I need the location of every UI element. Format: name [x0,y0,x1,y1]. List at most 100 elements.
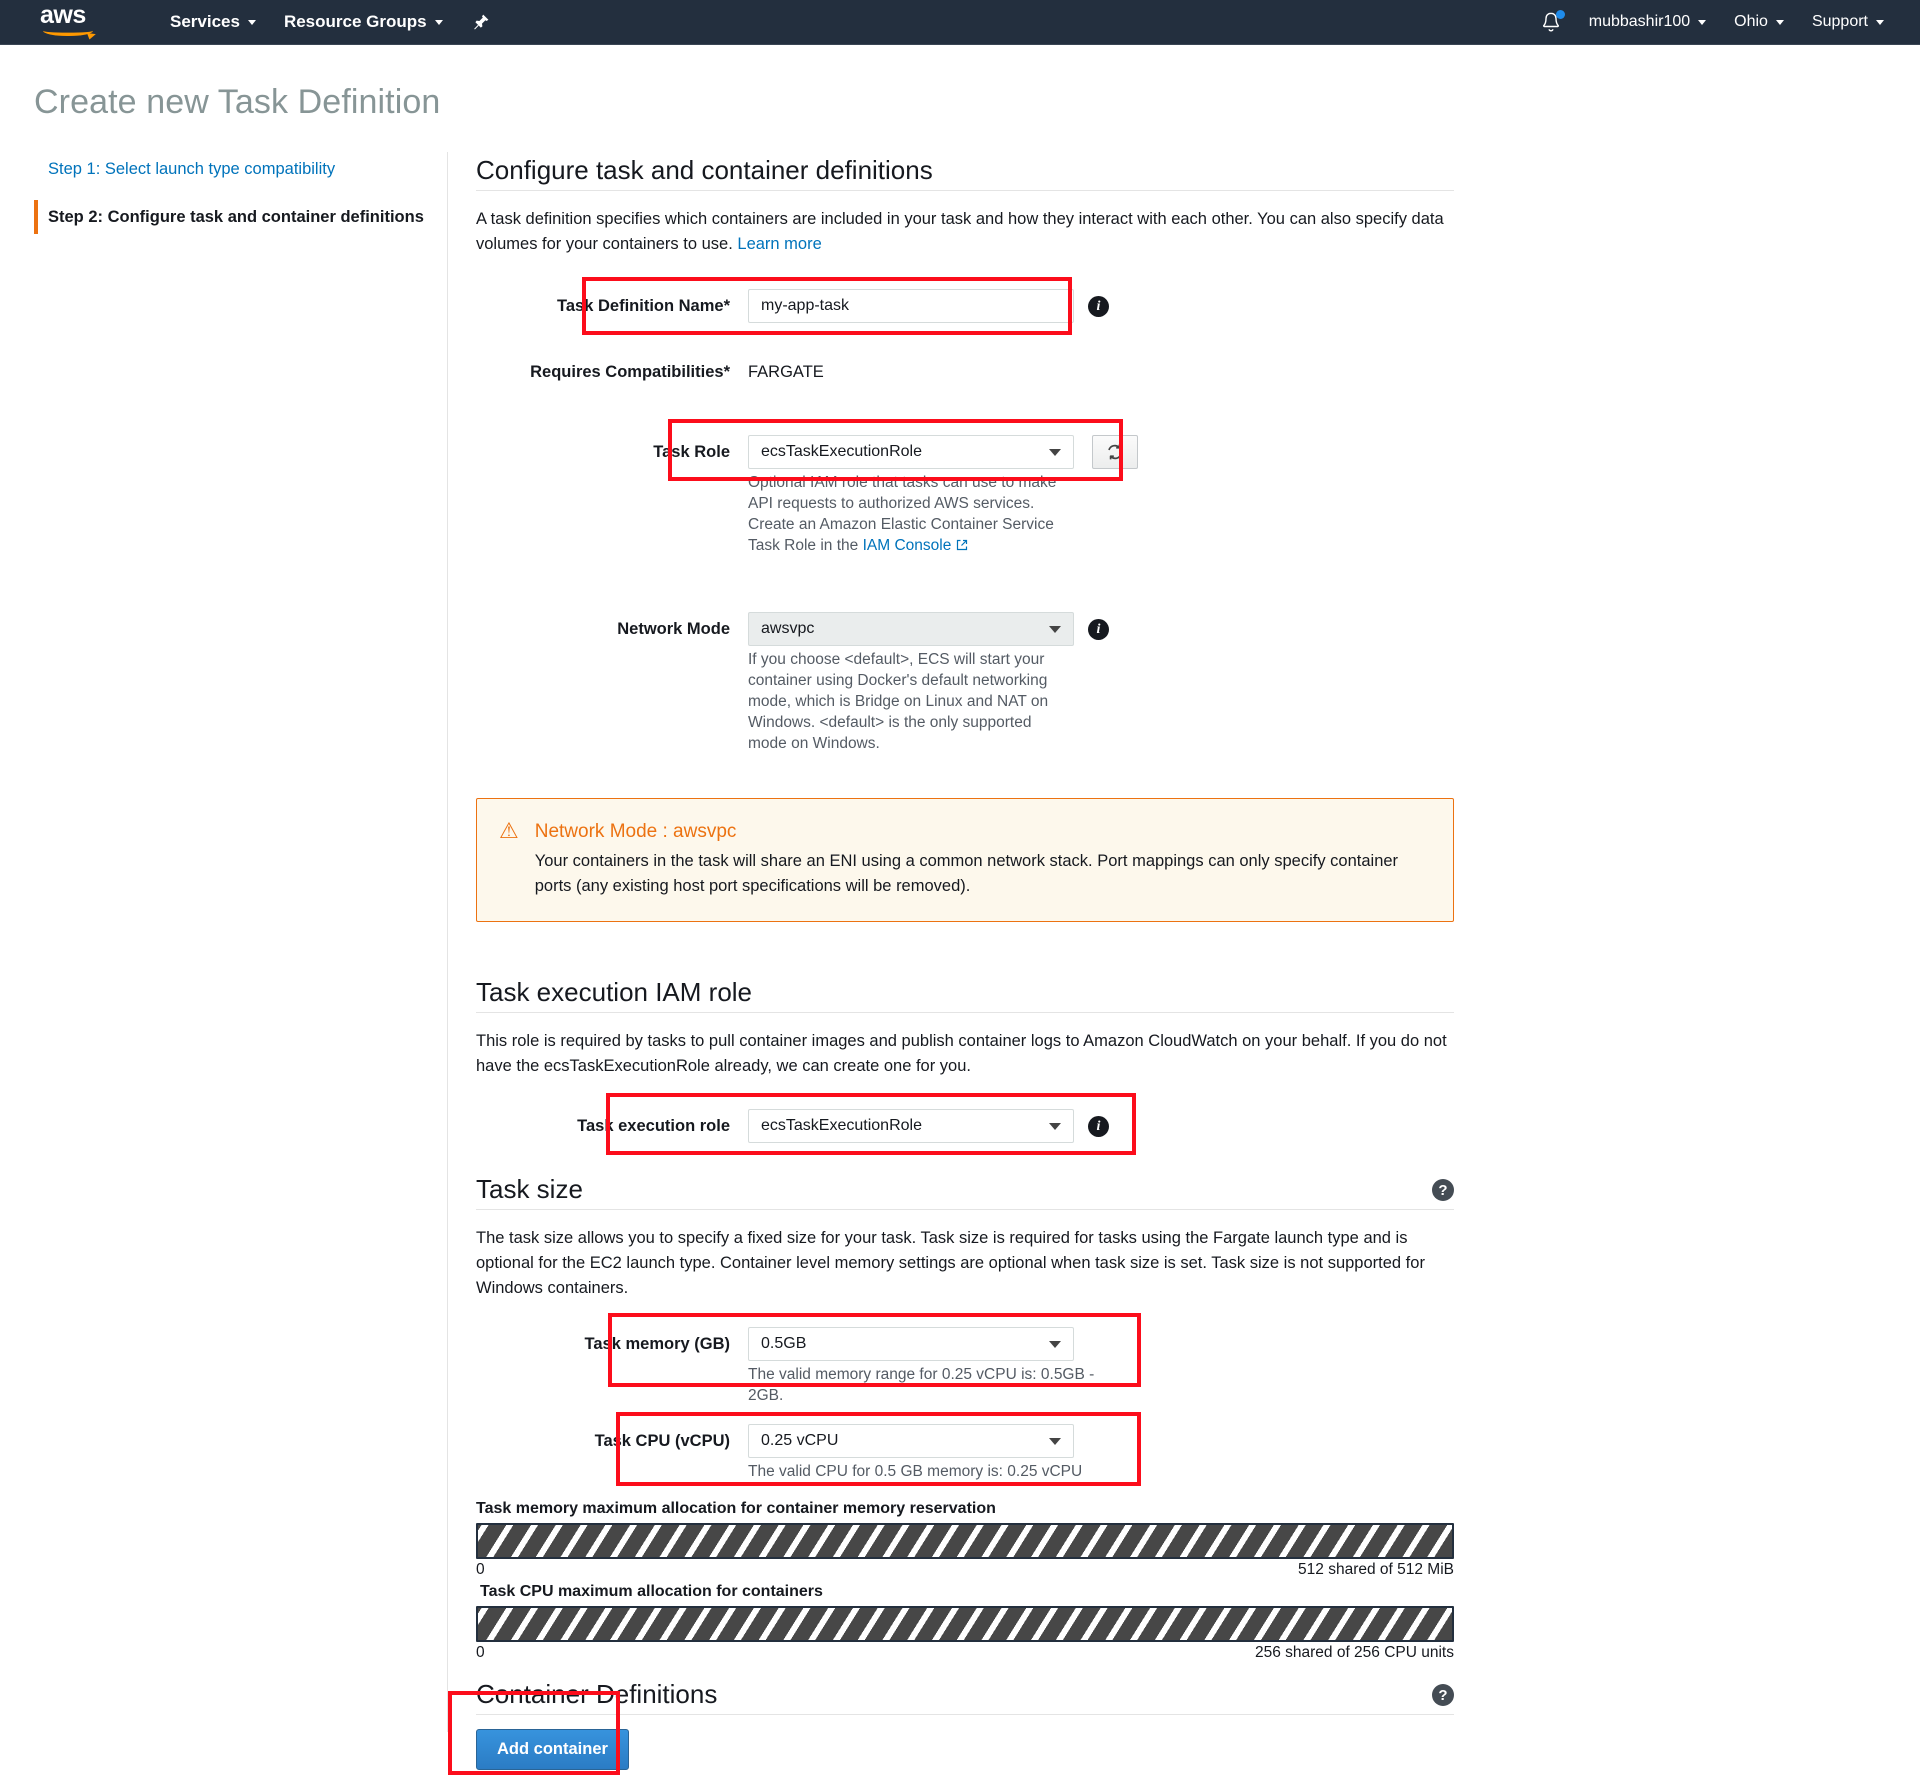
requires-compatibilities-value: FARGATE [748,363,824,381]
chevron-down-icon [1049,626,1061,633]
nav-region-menu[interactable]: Ohio [1720,0,1798,45]
memory-allocation-bar [476,1523,1454,1559]
task-execution-role-select[interactable]: ecsTaskExecutionRole [748,1109,1074,1143]
label-task-cpu: Task CPU (vCPU) [594,1432,730,1450]
alert-body: Your containers in the task will share a… [534,852,1399,895]
nav-account-label: mubbashir100 [1588,13,1691,30]
nav-services-label: Services [170,12,240,31]
row-task-role: Task Role ecsTaskExecutionRole Optional … [476,419,1454,556]
chevron-down-icon [247,19,256,25]
row-task-execution-role: Task execution role ecsTaskExecutionRole… [476,1093,1454,1155]
cpu-allocation-block: Task CPU maximum allocation for containe… [476,1583,1454,1662]
warning-triangle-icon: ⚠ [499,818,519,843]
notification-badge-dot [1555,9,1565,19]
field-task-definition-name [748,289,1074,323]
nav-support-label: Support [1811,13,1868,30]
add-container-button[interactable]: Add container [476,1729,629,1770]
top-navigation-bar: aws Services Resource Groups mubbashir10… [0,0,1920,45]
section-divider [476,190,1454,191]
info-icon[interactable]: i [1088,1116,1109,1137]
field-task-cpu: 0.25 vCPU The valid CPU for 0.5 GB memor… [748,1424,1108,1482]
section-header-task-size: Task size ? [476,1171,1454,1209]
row-requires-compatibilities: Requires Compatibilities* FARGATE [476,355,1454,389]
memory-allocation-label: Task memory maximum allocation for conta… [476,1500,996,1517]
aws-logo[interactable]: aws [40,3,98,40]
task-memory-hint: The valid memory range for 0.25 vCPU is:… [748,1366,1095,1404]
help-icon[interactable]: ? [1432,1179,1454,1201]
iam-console-link[interactable]: IAM Console [863,537,968,554]
task-execution-role-description: This role is required by tasks to pull c… [476,1032,1447,1075]
cpu-allocation-label: Task CPU maximum allocation for containe… [480,1583,823,1600]
section-description-text: A task definition specifies which contai… [476,210,1444,253]
task-role-hint: Optional IAM role that tasks can use to … [748,472,1074,556]
form-content-column: Configure task and container definitions… [448,152,1454,1775]
cpu-allocation-min: 0 [476,1644,485,1661]
info-icon[interactable]: i [1088,619,1109,640]
chevron-down-icon [1049,1438,1061,1445]
task-definition-name-input[interactable] [748,289,1074,323]
chevron-down-icon [1049,449,1061,456]
task-cpu-hint: The valid CPU for 0.5 GB memory is: 0.25… [748,1463,1083,1480]
task-cpu-value: 0.25 vCPU [761,1432,839,1449]
row-task-cpu: Task CPU (vCPU) 0.25 vCPU The valid CPU … [476,1412,1454,1486]
label-task-role: Task Role [653,443,730,461]
section-divider [476,1209,1454,1210]
help-icon[interactable]: ? [1432,1684,1454,1706]
section-divider [476,1012,1454,1013]
pin-icon[interactable] [473,14,489,31]
main-content: Configure task and container definitions… [448,152,1920,1775]
notifications-bell[interactable] [1541,9,1565,34]
nav-right-group: mubbashir100 Ohio Support [1541,0,1898,45]
refresh-task-roles-button[interactable] [1092,435,1138,469]
section-title-configure: Configure task and container definitions [476,155,933,185]
nav-account-menu[interactable]: mubbashir100 [1575,0,1720,45]
task-size-description: The task size allows you to specify a fi… [476,1229,1425,1297]
sidebar-step-1[interactable]: Step 1: Select launch type compatibility [34,152,447,186]
task-role-value: ecsTaskExecutionRole [761,443,922,460]
section-title-container-definitions: Container Definitions [476,1679,718,1709]
info-icon[interactable]: i [1088,296,1109,317]
cpu-allocation-legend: 0 256 shared of 256 CPU units [476,1644,1454,1662]
field-task-role: ecsTaskExecutionRole Optional IAM role t… [748,435,1074,556]
alert-content: Network Mode : awsvpc Your containers in… [535,819,1431,899]
cpu-allocation-bar [476,1606,1454,1642]
task-memory-select[interactable]: 0.5GB [748,1327,1074,1361]
memory-allocation-min: 0 [476,1561,485,1578]
chevron-down-icon [434,19,443,25]
cpu-allocation-max: 256 shared of 256 CPU units [1254,1644,1454,1661]
label-task-definition-name: Task Definition Name* [557,297,730,315]
row-task-memory: Task memory (GB) 0.5GB The valid memory … [476,1313,1454,1406]
field-requires-compatibilities: FARGATE [748,355,824,389]
aws-smile-icon [43,25,93,37]
section-description: A task definition specifies which contai… [476,207,1454,257]
iam-console-link-label: IAM Console [862,537,952,554]
nav-region-label: Ohio [1734,13,1768,30]
memory-allocation-max: 512 shared of 512 MiB [1298,1561,1454,1578]
sidebar-step-2[interactable]: Step 2: Configure task and container def… [34,200,447,234]
chevron-down-icon [1775,19,1784,25]
label-task-memory: Task memory (GB) [584,1335,731,1353]
section-title-task-size: Task size [476,1174,583,1204]
nav-services[interactable]: Services [156,0,270,45]
task-role-select[interactable]: ecsTaskExecutionRole [748,435,1074,469]
field-network-mode: awsvpc If you choose <default>, ECS will… [748,612,1074,754]
label-requires-compatibilities: Requires Compatibilities* [530,363,730,381]
page-layout: Step 1: Select launch type compatibility… [0,122,1920,1775]
chevron-down-icon [1049,1341,1061,1348]
learn-more-link[interactable]: Learn more [737,235,821,253]
field-task-execution-role: ecsTaskExecutionRole [748,1109,1074,1143]
task-execution-role-value: ecsTaskExecutionRole [761,1117,922,1134]
chevron-down-icon [1049,1123,1061,1130]
chevron-down-icon [1876,19,1884,25]
row-task-definition-name: Task Definition Name* i [476,277,1454,335]
section-title-task-execution-iam-role: Task execution IAM role [476,977,753,1007]
task-cpu-select[interactable]: 0.25 vCPU [748,1424,1074,1458]
alert-title: Network Mode : awsvpc [534,821,737,842]
refresh-icon [1108,444,1122,460]
network-mode-select[interactable]: awsvpc [748,612,1074,646]
field-task-memory: 0.5GB The valid memory range for 0.25 vC… [748,1327,1108,1406]
nav-support-menu[interactable]: Support [1798,0,1898,45]
add-container-wrap: Add container [448,1691,1454,1775]
task-memory-value: 0.5GB [761,1335,807,1352]
nav-resource-groups[interactable]: Resource Groups [270,0,457,45]
